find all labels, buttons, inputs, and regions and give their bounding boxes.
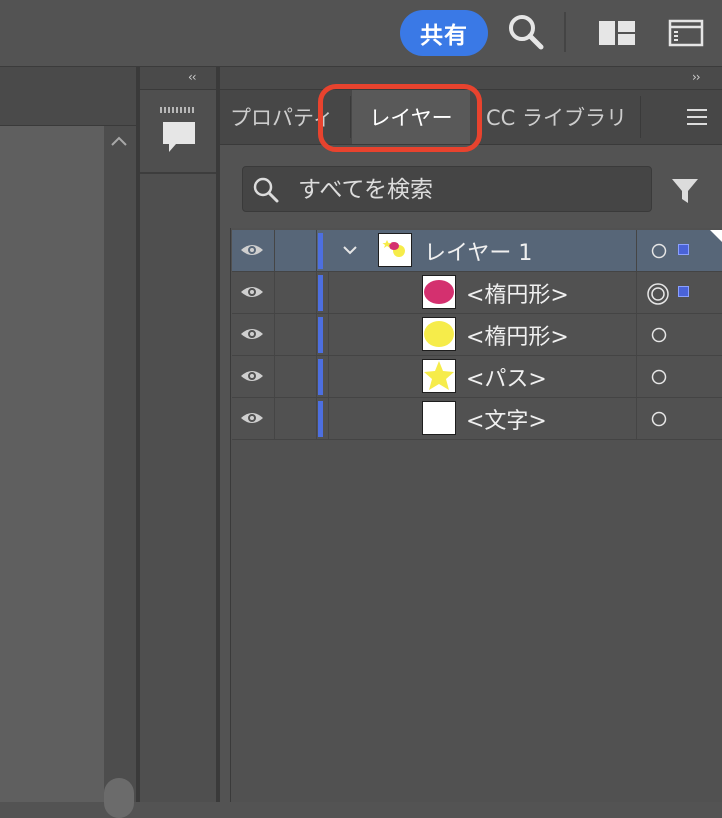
column-divider — [274, 314, 275, 355]
yellow-star-thumbnail — [422, 359, 456, 393]
eye-icon[interactable] — [240, 282, 264, 302]
tab-divider — [640, 96, 641, 138]
layer-thumbnail — [378, 233, 412, 267]
target-circle-icon[interactable] — [650, 326, 668, 344]
column-divider — [316, 398, 317, 439]
layer-name: <文字> — [466, 409, 547, 434]
chevron-down-icon[interactable] — [340, 240, 360, 260]
column-divider — [328, 314, 329, 355]
strip-separator — [140, 172, 216, 174]
layer-row-layer-1[interactable]: レイヤー 1 — [232, 230, 722, 272]
canvas-area[interactable] — [0, 126, 104, 802]
target-double-circle-icon[interactable] — [646, 282, 670, 306]
blank-thumbnail — [422, 401, 456, 435]
comment-icon[interactable] — [160, 118, 198, 156]
layer-color-bar — [318, 359, 323, 395]
layer-color-bar — [318, 275, 323, 311]
layer-name: <楕円形> — [466, 325, 569, 350]
column-divider — [328, 272, 329, 313]
magenta-ellipse-thumbnail — [422, 275, 456, 309]
selection-indicator[interactable] — [678, 286, 689, 297]
current-layer-indicator — [710, 230, 722, 242]
column-divider — [636, 356, 637, 397]
eye-icon[interactable] — [240, 408, 264, 428]
workspace-switcher-icon[interactable] — [598, 19, 636, 47]
toolbar-divider — [564, 12, 566, 52]
scrollbar-thumb[interactable] — [104, 778, 134, 818]
selection-indicator[interactable] — [678, 244, 689, 255]
share-button[interactable]: 共有 — [400, 10, 488, 56]
column-divider — [328, 356, 329, 397]
column-divider — [274, 272, 275, 313]
column-divider — [274, 398, 275, 439]
column-divider — [636, 230, 637, 271]
collapse-strip-header[interactable]: ‹‹ — [140, 67, 216, 90]
tab-highlight-annotation — [318, 84, 482, 152]
collapse-left-icon[interactable]: ‹‹ — [188, 70, 197, 84]
scroll-up-icon[interactable] — [108, 130, 130, 152]
target-circle-icon[interactable] — [650, 410, 668, 428]
column-divider — [636, 398, 637, 439]
search-icon[interactable] — [506, 12, 546, 52]
eye-icon[interactable] — [240, 324, 264, 344]
panel-toggle-icon[interactable] — [668, 19, 704, 47]
search-input[interactable] — [296, 168, 640, 212]
column-divider — [316, 314, 317, 355]
panel-menu-icon[interactable] — [686, 108, 708, 126]
eye-icon[interactable] — [240, 366, 264, 386]
panel-divider — [216, 67, 220, 802]
filter-icon[interactable] — [670, 176, 700, 206]
column-divider — [636, 272, 637, 313]
layer-row-ellipse-1[interactable]: <楕円形> — [232, 272, 722, 314]
column-divider — [328, 398, 329, 439]
yellow-ellipse-thumbnail — [422, 317, 456, 351]
layer-color-bar — [318, 317, 323, 353]
search-icon — [252, 176, 280, 204]
grip-icon[interactable] — [160, 98, 196, 113]
column-divider — [316, 272, 317, 313]
column-divider — [316, 356, 317, 397]
collapsed-panel-strip — [140, 67, 216, 802]
layer-color-bar — [318, 233, 323, 269]
eye-icon[interactable] — [240, 240, 264, 260]
collapse-right-icon[interactable]: ›› — [692, 70, 701, 84]
tab-cc-libraries[interactable]: CC ライブラリ — [486, 90, 636, 144]
layer-row-path[interactable]: <パス> — [232, 356, 722, 398]
column-divider — [636, 314, 637, 355]
vertical-scrollbar[interactable] — [104, 126, 136, 802]
document-tab-bar — [0, 67, 136, 126]
target-circle-icon[interactable] — [650, 242, 668, 260]
column-divider — [274, 230, 275, 271]
column-divider — [316, 230, 317, 271]
layer-name: <楕円形> — [466, 283, 569, 308]
layer-row-ellipse-2[interactable]: <楕円形> — [232, 314, 722, 356]
layer-color-bar — [318, 401, 323, 437]
target-circle-icon[interactable] — [650, 368, 668, 386]
layer-name: レイヤー 1 — [424, 241, 533, 266]
column-divider — [274, 356, 275, 397]
layer-row-text[interactable]: <文字> — [232, 398, 722, 440]
layer-name: <パス> — [466, 367, 547, 392]
